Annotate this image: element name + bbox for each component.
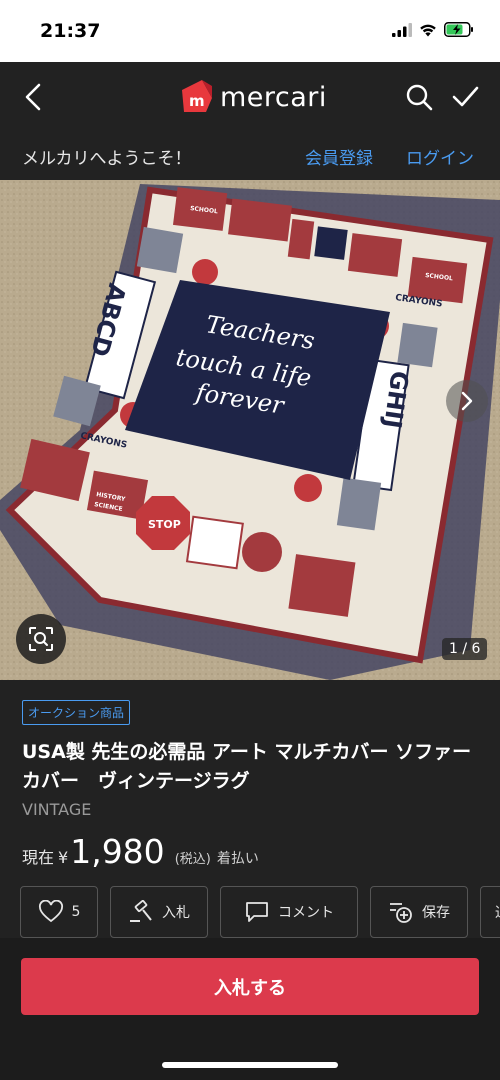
save-list-icon <box>390 903 412 923</box>
bid-action-button[interactable]: 入札 <box>110 886 208 938</box>
next-image-button[interactable] <box>446 380 488 422</box>
home-indicator[interactable] <box>162 1062 338 1068</box>
price-row: 現在 ¥ 1,980 (税込) 着払い <box>22 832 259 871</box>
gavel-icon <box>130 900 152 922</box>
share-label: 通 <box>495 902 500 922</box>
checkmark-icon[interactable] <box>450 82 480 112</box>
shipping-label: 着払い <box>216 851 259 867</box>
search-icon[interactable] <box>404 82 434 112</box>
back-chevron-icon[interactable] <box>20 82 48 112</box>
price-prefix: 現在 <box>22 848 55 867</box>
image-search-icon <box>29 627 53 651</box>
nav-bar: m mercari <box>0 62 500 132</box>
comment-label: コメント <box>278 905 334 921</box>
place-bid-button[interactable]: 入札する <box>21 958 479 1015</box>
bid-action-label: 入札 <box>162 905 190 921</box>
mercari-logo-icon: m <box>182 80 212 112</box>
comment-icon <box>246 902 268 922</box>
status-icons <box>392 22 474 37</box>
svg-text:m: m <box>189 92 205 110</box>
comment-button[interactable]: コメント <box>220 886 358 938</box>
item-title: USA製 先生の必需品 アート マルチカバー ソファーカバー ヴィンテージラグ <box>22 741 472 792</box>
status-bar: 21:37 <box>0 0 500 62</box>
welcome-bar: メルカリへようこそ！ 会員登録 ログイン <box>0 132 500 180</box>
rug-label-stop: STOP <box>148 518 181 531</box>
save-button[interactable]: 保存 <box>370 886 468 938</box>
signal-icon <box>392 22 412 37</box>
status-time: 21:37 <box>40 20 101 42</box>
image-pager: 1 / 6 <box>442 638 488 660</box>
action-buttons: 5 入札 コメント 保存 通 <box>20 886 500 938</box>
register-link[interactable]: 会員登録 <box>305 144 373 169</box>
like-count: 5 <box>71 904 81 920</box>
battery-charging-icon <box>444 22 473 37</box>
price-value: 1,980 <box>70 832 165 871</box>
like-button[interactable]: 5 <box>20 886 98 938</box>
product-photo: Teachers touch a life forever ABCD GHIJ … <box>0 180 500 680</box>
mercari-logo[interactable]: m mercari <box>178 78 327 116</box>
welcome-text: メルカリへようこそ！ <box>22 149 192 169</box>
bottom-bar: 入札する <box>0 938 500 1080</box>
logo-text: mercari <box>220 81 327 113</box>
save-label: 保存 <box>422 905 450 921</box>
chevron-right-icon <box>461 391 473 411</box>
tax-label: (税込) <box>174 852 211 867</box>
auction-badge: オークション商品 <box>22 700 131 725</box>
wifi-icon <box>420 24 436 36</box>
login-link[interactable]: ログイン <box>406 144 474 169</box>
heart-icon <box>38 900 63 923</box>
share-button[interactable]: 通 <box>480 886 500 938</box>
image-search-button[interactable] <box>16 614 66 664</box>
item-brand[interactable]: VINTAGE <box>22 800 91 819</box>
currency-symbol: ¥ <box>58 848 69 867</box>
product-image-gallery[interactable]: Teachers touch a life forever ABCD GHIJ … <box>0 180 500 680</box>
